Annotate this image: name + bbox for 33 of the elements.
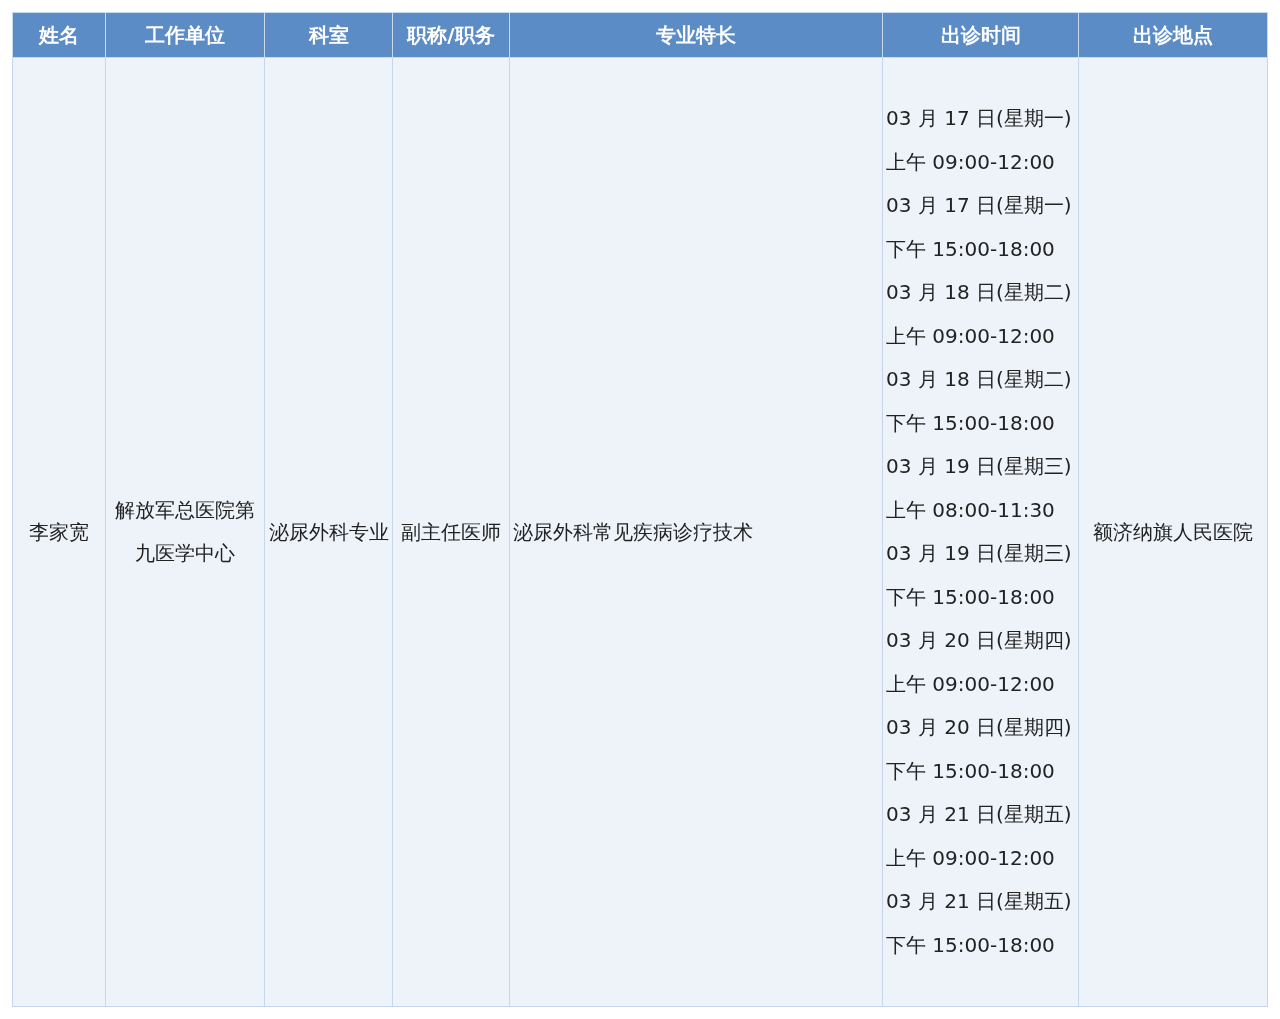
schedule-date: 03 月 17 日(星期一)	[886, 192, 1073, 219]
schedule-time: 下午 15:00-18:00	[886, 583, 1056, 611]
schedule-date: 03 月 20 日(星期四)	[886, 627, 1073, 654]
schedule-time: 下午 15:00-18:00	[886, 409, 1056, 437]
schedule-time: 下午 15:00-18:00	[886, 757, 1056, 785]
schedule-time: 上午 09:00-12:00	[886, 670, 1056, 698]
column-header: 出诊地点	[1078, 12, 1268, 58]
column-header: 出诊时间	[882, 12, 1079, 58]
column-header: 工作单位	[105, 12, 265, 58]
table-cell: 解放军总医院第九医学中心	[105, 57, 265, 1007]
column-header: 专业特长	[509, 12, 883, 58]
schedule-time: 上午 09:00-12:00	[886, 322, 1056, 350]
schedule-time: 下午 15:00-18:00	[886, 235, 1056, 263]
schedule-date: 03 月 19 日(星期三)	[886, 453, 1073, 480]
column-header: 姓名	[12, 12, 106, 58]
schedule-date: 03 月 19 日(星期三)	[886, 540, 1073, 567]
table-cell: 副主任医师	[392, 57, 510, 1007]
table-cell: 泌尿外科专业	[264, 57, 393, 1007]
schedule-date: 03 月 17 日(星期一)	[886, 105, 1073, 132]
table-cell: 额济纳旗人民医院	[1078, 57, 1268, 1007]
column-header: 职称/职务	[392, 12, 510, 58]
schedule-date: 03 月 21 日(星期五)	[886, 801, 1073, 828]
schedule-date: 03 月 21 日(星期五)	[886, 888, 1073, 915]
column-header: 科室	[264, 12, 393, 58]
schedule-time: 上午 09:00-12:00	[886, 148, 1056, 176]
schedule-date: 03 月 18 日(星期二)	[886, 279, 1073, 306]
schedule-time: 下午 15:00-18:00	[886, 931, 1056, 959]
schedule-date: 03 月 18 日(星期二)	[886, 366, 1073, 393]
schedule-time: 上午 09:00-12:00	[886, 844, 1056, 872]
table-cell: 泌尿外科常见疾病诊疗技术	[509, 57, 883, 1007]
schedule-date: 03 月 20 日(星期四)	[886, 714, 1073, 741]
table-cell: 李家宽	[12, 57, 106, 1007]
schedule-time: 上午 08:00-11:30	[886, 496, 1056, 524]
